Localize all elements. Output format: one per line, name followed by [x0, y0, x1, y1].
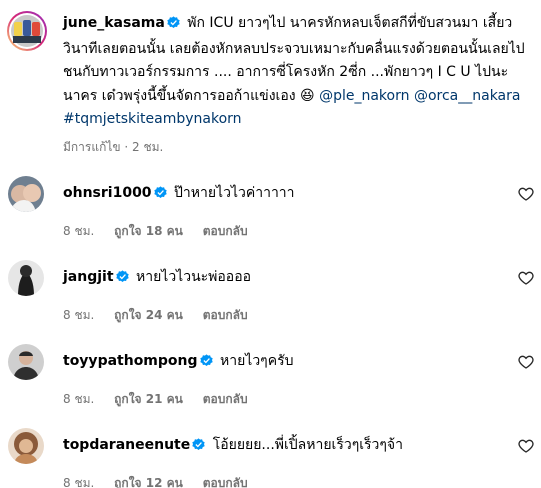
commenter-avatar[interactable] — [8, 344, 44, 380]
comment-meta: 8 ชม. ถูกใจ 12 คน ตอบกลับ — [63, 474, 264, 488]
comment-item: topdaraneenute โอ้ยยยย...พี่เปิ้ลหายเร็ว… — [6, 428, 536, 488]
comment-item: jangjit หายไวไวนะพ่ออออ 8 ชม. ถูกใจ 24 ค… — [6, 260, 536, 330]
verified-badge-icon — [167, 14, 180, 38]
reply-button[interactable]: ตอบกลับ — [203, 392, 248, 406]
post-author-avatar[interactable] — [6, 10, 48, 52]
comment-item: ohnsri1000 ป๊าหายไวไวค่าาาาา 8 ชม. ถูกใจ… — [6, 176, 536, 246]
comment-meta: 8 ชม. ถูกใจ 21 คน ตอบกลับ — [63, 390, 264, 409]
comment-likes-count[interactable]: ถูกใจ 24 คน — [114, 308, 183, 322]
comment-username[interactable]: toyypathompong — [63, 353, 198, 369]
comment-username[interactable]: ohnsri1000 — [63, 185, 152, 201]
laughing-emoji: 😆 — [300, 87, 315, 104]
comment-time[interactable]: 8 ชม. — [63, 224, 94, 238]
hashtag-link[interactable]: #tqmjetskiteambynakorn — [63, 111, 242, 127]
like-heart-icon[interactable] — [518, 354, 534, 370]
commenter-avatar[interactable] — [8, 260, 44, 296]
mention-ple-nakorn[interactable]: @ple_nakorn — [319, 88, 409, 104]
post-edited-timestamp: มีการแก้ไข · 2 ชม. — [63, 140, 164, 154]
comment-username[interactable]: topdaraneenute — [63, 437, 190, 453]
comment-text: ป๊าหายไวไวค่าาาาา — [174, 185, 295, 201]
comment-time[interactable]: 8 ชม. — [63, 392, 94, 406]
commenter-avatar[interactable] — [8, 428, 44, 464]
comment-meta: 8 ชม. ถูกใจ 24 คน ตอบกลับ — [63, 306, 264, 325]
reply-button[interactable]: ตอบกลับ — [203, 476, 248, 488]
comment-line: jangjit หายไวไวนะพ่ออออ — [63, 266, 251, 288]
comment-likes-count[interactable]: ถูกใจ 12 คน — [114, 476, 183, 488]
comment-text: หายไวไวนะพ่ออออ — [135, 269, 252, 285]
comment-time[interactable]: 8 ชม. — [63, 476, 94, 488]
like-heart-icon[interactable] — [518, 438, 534, 454]
comment-likes-count[interactable]: ถูกใจ 21 คน — [114, 392, 183, 406]
comment-text: หายไวๆครับ — [219, 353, 294, 369]
comment-likes-count[interactable]: ถูกใจ 18 คน — [114, 224, 183, 238]
verified-badge-icon — [115, 270, 129, 287]
verified-badge-icon — [199, 354, 213, 371]
post-username[interactable]: june_kasama — [63, 15, 165, 31]
comment-item: toyypathompong หายไวๆครับ 8 ชม. ถูกใจ 21… — [6, 344, 536, 414]
comment-line: topdaraneenute โอ้ยยยย...พี่เปิ้ลหายเร็ว… — [63, 434, 403, 456]
mention-orca-nakara[interactable]: @orca__nakara — [414, 88, 521, 104]
like-heart-icon[interactable] — [518, 270, 534, 286]
comment-username[interactable]: jangjit — [63, 269, 114, 285]
reply-button[interactable]: ตอบกลับ — [203, 308, 248, 322]
comment-line: ohnsri1000 ป๊าหายไวไวค่าาาาา — [63, 182, 295, 204]
comment-meta: 8 ชม. ถูกใจ 18 คน ตอบกลับ — [63, 222, 264, 241]
verified-badge-icon — [192, 438, 205, 455]
like-heart-icon[interactable] — [518, 186, 534, 202]
commenter-avatar[interactable] — [8, 176, 44, 212]
caption-text: june_kasama พัก ICU ยาวๆไป นาครหักหลบเจ็… — [63, 12, 533, 132]
comment-line: toyypathompong หายไวๆครับ — [63, 350, 293, 372]
comment-text: โอ้ยยยย...พี่เปิ้ลหายเร็วๆเร็วๆจ้า — [212, 437, 403, 453]
reply-button[interactable]: ตอบกลับ — [203, 224, 248, 238]
verified-badge-icon — [153, 186, 167, 203]
comment-time[interactable]: 8 ชม. — [63, 308, 94, 322]
